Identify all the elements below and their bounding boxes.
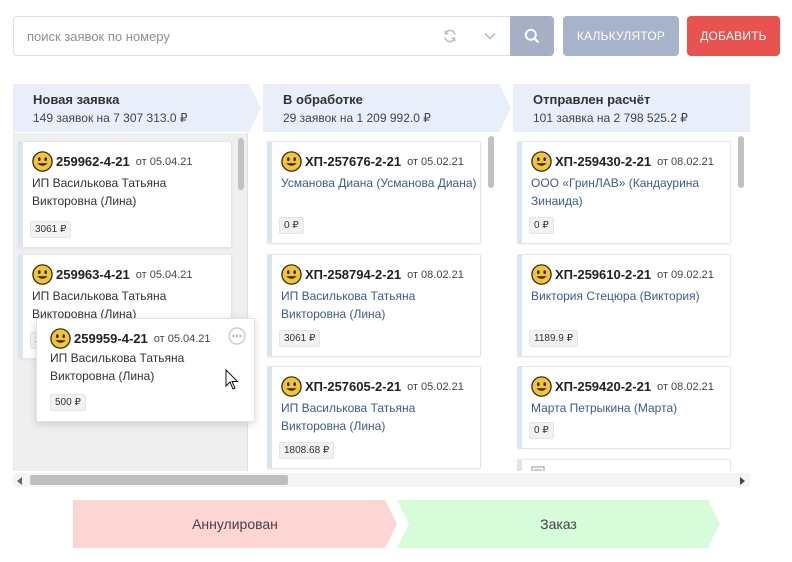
client-name: ИП Василькова Татьяна Викторовна (Лина) — [32, 176, 167, 208]
client-link[interactable]: Усманова Диана (Усманова Диана) — [281, 174, 477, 192]
column-title: Отправлен расчёт — [533, 92, 651, 107]
request-card[interactable]: ХП-257676-2-21 от 05.02.21 Усманова Диан… — [267, 141, 481, 244]
column-body-sent: ХП-259430-2-21 от 08.02.21 ООО «ГринЛАВ»… — [513, 133, 748, 471]
request-number: 259963-4-21 — [56, 267, 130, 282]
client-link[interactable]: ИП Василькова Татьяна Викторовна (Лина) — [281, 399, 477, 435]
search-input[interactable] — [14, 17, 434, 55]
column-body-processing: ХП-257676-2-21 от 05.02.21 Усманова Диан… — [263, 133, 498, 471]
smiley-icon — [531, 151, 552, 172]
price-badge: 1808.68 ₽ — [279, 442, 335, 459]
smiley-icon — [50, 328, 71, 349]
request-number: 259962-4-21 — [56, 154, 130, 169]
request-date: от 05.02.21 — [407, 380, 464, 393]
request-number: ХП-259420-2-21 — [555, 379, 652, 394]
smiley-icon — [32, 151, 53, 172]
vertical-scrollbar[interactable] — [488, 136, 494, 188]
request-number: ХП-259610-2-21 — [555, 267, 652, 282]
column-title: Новая заявка — [33, 92, 120, 107]
client-name: ИП Василькова Татьяна Викторовна (Лина) — [50, 351, 185, 383]
scroll-left-icon[interactable] — [17, 477, 23, 485]
drop-zone-order[interactable]: Заказ — [397, 500, 720, 548]
request-card[interactable]: ХП-259430-2-21 от 08.02.21 ООО «ГринЛАВ»… — [517, 141, 731, 244]
request-date: от 05.04.21 — [153, 332, 211, 345]
request-date: от 08.02.21 — [657, 380, 714, 393]
request-date: от 08.02.21 — [407, 268, 464, 281]
request-card[interactable]: ХП-257605-2-21 от 05.02.21 ИП Василькова… — [267, 366, 481, 469]
price-badge: 500 ₽ — [50, 394, 86, 411]
request-number: ХП-258794-2-21 — [305, 267, 402, 282]
column-summary: 149 заявок на 7 307 313.0 ₽ — [33, 111, 188, 125]
search-button[interactable] — [510, 16, 554, 56]
drop-zone-label: Заказ — [540, 516, 577, 532]
smiley-icon — [281, 264, 302, 285]
request-number: ХП-257676-2-21 — [305, 154, 402, 169]
price-badge: 1189.9 ₽ — [529, 330, 578, 347]
request-card[interactable]: ХП-259420-2-21 от 08.02.21 Марта Петрыки… — [517, 366, 731, 449]
client-link[interactable]: Марта Петрыкина (Марта) — [531, 399, 727, 417]
drop-zone-annulled[interactable]: Аннулирован — [73, 500, 397, 548]
column-title: В обработке — [283, 92, 363, 107]
chevron-down-icon[interactable] — [483, 29, 497, 43]
column-summary: 29 заявок на 1 209 992.0 ₽ — [283, 111, 431, 125]
mouse-cursor-icon — [225, 369, 239, 390]
document-icon — [531, 466, 545, 471]
scroll-right-icon[interactable] — [739, 477, 745, 485]
add-button[interactable]: ДОБАВИТЬ — [687, 16, 780, 56]
request-date: от 05.04.21 — [135, 268, 193, 281]
request-card[interactable] — [517, 459, 731, 471]
price-badge: 0 ₽ — [529, 217, 554, 234]
price-badge: 3061 ₽ — [30, 221, 72, 238]
vertical-scrollbar[interactable] — [238, 138, 244, 190]
vertical-scrollbar[interactable] — [738, 136, 744, 188]
request-card[interactable]: ХП-258794-2-21 от 08.02.21 ИП Василькова… — [267, 254, 481, 357]
dragging-card[interactable]: 259959-4-21 от 05.04.21 ИП Василькова Та… — [36, 318, 255, 422]
column-header-sent: Отправлен расчёт 101 заявка на 2 798 525… — [513, 84, 750, 132]
request-date: от 05.02.21 — [407, 155, 464, 168]
smiley-icon — [531, 376, 552, 397]
smiley-icon — [281, 151, 302, 172]
request-number: 259959-4-21 — [74, 331, 148, 346]
client-link[interactable]: ИП Василькова Татьяна Викторовна (Лина) — [281, 287, 477, 323]
request-date: от 08.02.21 — [657, 155, 714, 168]
column-header-processing: В обработке 29 заявок на 1 209 992.0 ₽ — [263, 84, 511, 132]
request-card[interactable]: 259962-4-21 от 05.04.21 ИП Василькова Та… — [18, 141, 232, 248]
search-box — [13, 16, 510, 56]
price-badge: 0 ₽ — [279, 217, 304, 234]
client-link[interactable]: ООО «ГринЛАВ» (Кандаурина Зинаида) — [531, 174, 727, 210]
drop-zone-label: Аннулирован — [192, 516, 278, 532]
price-badge: 3061 ₽ — [279, 330, 321, 347]
horizontal-scrollbar-thumb[interactable] — [30, 475, 288, 485]
smiley-icon — [32, 264, 53, 285]
smiley-icon — [281, 376, 302, 397]
refresh-icon[interactable] — [442, 28, 458, 44]
calculator-button[interactable]: КАЛЬКУЛЯТОР — [563, 16, 679, 56]
request-card[interactable]: ХП-259610-2-21 от 09.02.21 Виктория Стец… — [517, 254, 731, 357]
request-number: ХП-259430-2-21 — [555, 154, 652, 169]
search-icon — [524, 28, 540, 44]
smiley-icon — [531, 264, 552, 285]
column-header-new: Новая заявка 149 заявок на 7 307 313.0 ₽ — [13, 84, 261, 132]
column-summary: 101 заявка на 2 798 525.2 ₽ — [533, 111, 688, 125]
client-link[interactable]: Виктория Стецюра (Виктория) — [531, 287, 727, 305]
request-date: от 09.02.21 — [657, 268, 714, 281]
more-options-icon[interactable] — [228, 327, 246, 345]
price-badge: 0 ₽ — [529, 422, 554, 439]
request-date: от 05.04.21 — [135, 155, 193, 168]
request-number: ХП-257605-2-21 — [305, 379, 402, 394]
